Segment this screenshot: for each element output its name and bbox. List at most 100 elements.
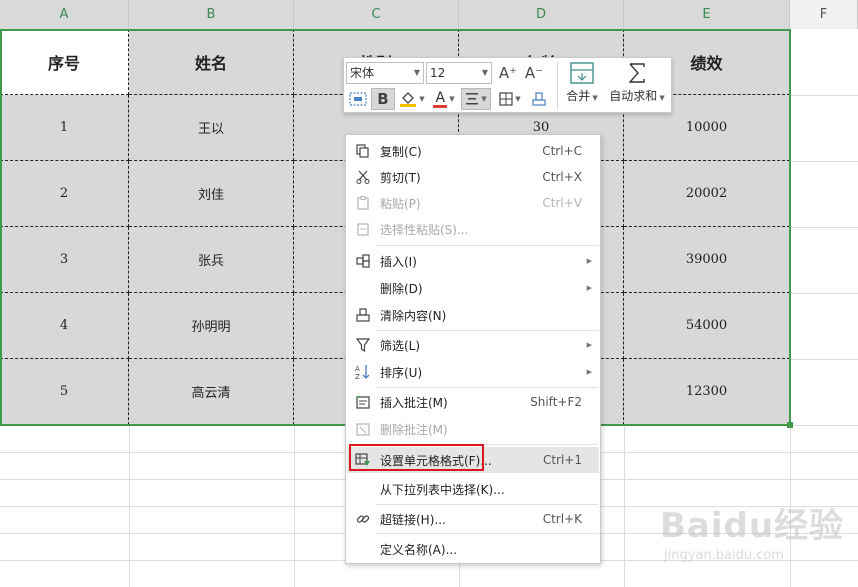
context-menu: 复制(C) Ctrl+C 剪切(T) Ctrl+X 粘贴(P) Ctrl+V 选… <box>345 134 601 564</box>
chevron-down-icon: ▼ <box>419 95 425 103</box>
table-cell[interactable]: 12300 <box>624 359 790 425</box>
shrink-font-button[interactable]: A⁻ <box>522 62 546 84</box>
header-cell-index[interactable]: 序号 <box>0 29 129 95</box>
menu-item-label: 插入批注(M) <box>380 395 448 410</box>
menu-divider <box>376 330 598 331</box>
menu-item-delete[interactable]: 删除(D) ▶ <box>347 275 599 301</box>
chevron-right-icon: ▶ <box>586 341 592 349</box>
column-header-f[interactable]: F <box>790 0 858 29</box>
autosum-button[interactable]: 自动求和 ▼ <box>606 62 668 104</box>
grow-font-button[interactable]: A⁺ <box>496 62 520 84</box>
menu-item-label: 排序(U) <box>380 365 423 380</box>
chevron-right-icon: ▶ <box>586 284 592 292</box>
format-painter-icon <box>349 92 367 106</box>
table-cell[interactable]: 张兵 <box>129 227 294 293</box>
paste-special-icon <box>355 221 371 237</box>
menu-item-copy[interactable]: 复制(C) Ctrl+C <box>347 138 599 164</box>
menu-item-label: 定义名称(A)... <box>380 542 458 557</box>
menu-divider <box>376 444 598 445</box>
table-cell[interactable]: 4 <box>0 293 129 359</box>
menu-item-format-cells[interactable]: 设置单元格格式(F)... Ctrl+1 <box>347 447 599 473</box>
menu-item-paste-special[interactable]: 选择性粘贴(S)... <box>347 216 599 242</box>
table-cell[interactable]: 39000 <box>624 227 790 293</box>
table-cell[interactable]: 高云清 <box>129 359 294 425</box>
table-cell[interactable]: 5 <box>0 359 129 425</box>
fill-bucket-icon <box>400 92 417 107</box>
menu-item-sort[interactable]: AZ 排序(U) ▶ <box>347 359 599 385</box>
delete-comment-icon <box>355 421 371 437</box>
menu-item-label: 设置单元格格式(F)... <box>380 453 492 468</box>
menu-item-label: 超链接(H)... <box>380 512 446 527</box>
column-header-c[interactable]: C <box>294 0 459 29</box>
chevron-down-icon: ▼ <box>449 95 455 103</box>
menu-divider <box>376 533 598 534</box>
chevron-right-icon: ▶ <box>586 368 592 376</box>
chevron-right-icon: ▶ <box>586 257 592 265</box>
font-name-select[interactable]: 宋体 ▼ <box>346 62 424 84</box>
border-grid-icon <box>499 92 513 106</box>
clear-icon <box>355 307 371 323</box>
menu-item-clear-contents[interactable]: 清除内容(N) <box>347 302 599 328</box>
column-header-e[interactable]: E <box>624 0 790 29</box>
column-header-d[interactable]: D <box>459 0 624 29</box>
table-cell[interactable]: 54000 <box>624 293 790 359</box>
font-size-select[interactable]: 12 ▼ <box>426 62 492 84</box>
menu-item-label: 复制(C) <box>380 144 422 159</box>
column-header-a[interactable]: A <box>0 0 129 29</box>
font-size-value: 12 <box>430 66 446 80</box>
menu-item-paste[interactable]: 粘贴(P) Ctrl+V <box>347 190 599 216</box>
baidu-watermark: Baidu经验 jingyan.baidu.com <box>660 498 850 570</box>
merge-label: 合并 <box>566 89 591 103</box>
column-header-b[interactable]: B <box>129 0 294 29</box>
table-cell[interactable]: 孙明明 <box>129 293 294 359</box>
hyperlink-icon <box>355 511 371 527</box>
merge-button[interactable]: 合并 ▼ <box>562 62 602 104</box>
menu-item-define-name[interactable]: 定义名称(A)... <box>347 536 599 562</box>
fill-color-button[interactable]: ▼ <box>397 88 427 110</box>
menu-item-label: 粘贴(P) <box>380 196 421 211</box>
cut-icon <box>355 169 371 185</box>
grid-line <box>624 425 625 587</box>
table-cell[interactable]: 刘佳 <box>129 161 294 227</box>
menu-item-label: 删除批注(M) <box>380 422 448 437</box>
menu-item-delete-comment[interactable]: 删除批注(M) <box>347 416 599 442</box>
menu-item-shortcut: Ctrl+C <box>542 144 582 158</box>
header-cell-name[interactable]: 姓名 <box>129 29 294 95</box>
format-painter-button[interactable] <box>346 88 370 110</box>
menu-item-insert[interactable]: 插入(I) ▶ <box>347 248 599 274</box>
table-cell[interactable]: 王以 <box>129 95 294 161</box>
menu-item-hyperlink[interactable]: 超链接(H)... Ctrl+K <box>347 506 599 532</box>
table-cell[interactable]: 2 <box>0 161 129 227</box>
sigma-icon <box>628 63 645 83</box>
menu-item-insert-comment[interactable]: 插入批注(M) Shift+F2 <box>347 389 599 415</box>
merge-cells-icon <box>570 62 594 84</box>
align-button[interactable]: ▼ <box>461 88 491 110</box>
font-name-value: 宋体 <box>350 66 375 80</box>
format-cells-icon <box>355 452 371 468</box>
menu-item-shortcut: Ctrl+1 <box>542 453 582 467</box>
align-center-icon <box>466 93 479 105</box>
watermark-url-text: jingyan.baidu.com <box>664 548 784 563</box>
autosum-label: 自动求和 <box>609 89 658 103</box>
menu-item-label: 从下拉列表中选择(K)... <box>380 482 505 497</box>
column-header-bar: A B C D E F <box>0 0 858 29</box>
table-cell[interactable]: 1 <box>0 95 129 161</box>
borders-button[interactable]: ▼ <box>495 88 525 110</box>
font-color-button[interactable]: A ▼ <box>429 88 459 110</box>
clear-format-button[interactable] <box>527 88 551 110</box>
font-color-bar <box>433 105 448 108</box>
table-cell[interactable]: 3 <box>0 227 129 293</box>
insert-comment-icon <box>355 394 371 410</box>
mini-toolbar: 宋体 ▼ 12 ▼ A⁺ A⁻ B ▼ A ▼ ▼ ▼ 合并 ▼ 自动求和 ▼ <box>343 57 672 113</box>
bold-button[interactable]: B <box>371 88 395 110</box>
menu-item-cut[interactable]: 剪切(T) Ctrl+X <box>347 164 599 190</box>
chevron-down-icon: ▼ <box>592 94 598 102</box>
grid-line <box>791 293 858 294</box>
grid-line <box>129 425 130 587</box>
menu-item-pick-from-list[interactable]: 从下拉列表中选择(K)... <box>347 476 599 502</box>
insert-icon <box>355 253 371 269</box>
table-cell[interactable]: 20002 <box>624 161 790 227</box>
filter-icon <box>355 337 371 353</box>
menu-item-filter[interactable]: 筛选(L) ▶ <box>347 332 599 358</box>
fill-handle[interactable] <box>787 422 793 428</box>
